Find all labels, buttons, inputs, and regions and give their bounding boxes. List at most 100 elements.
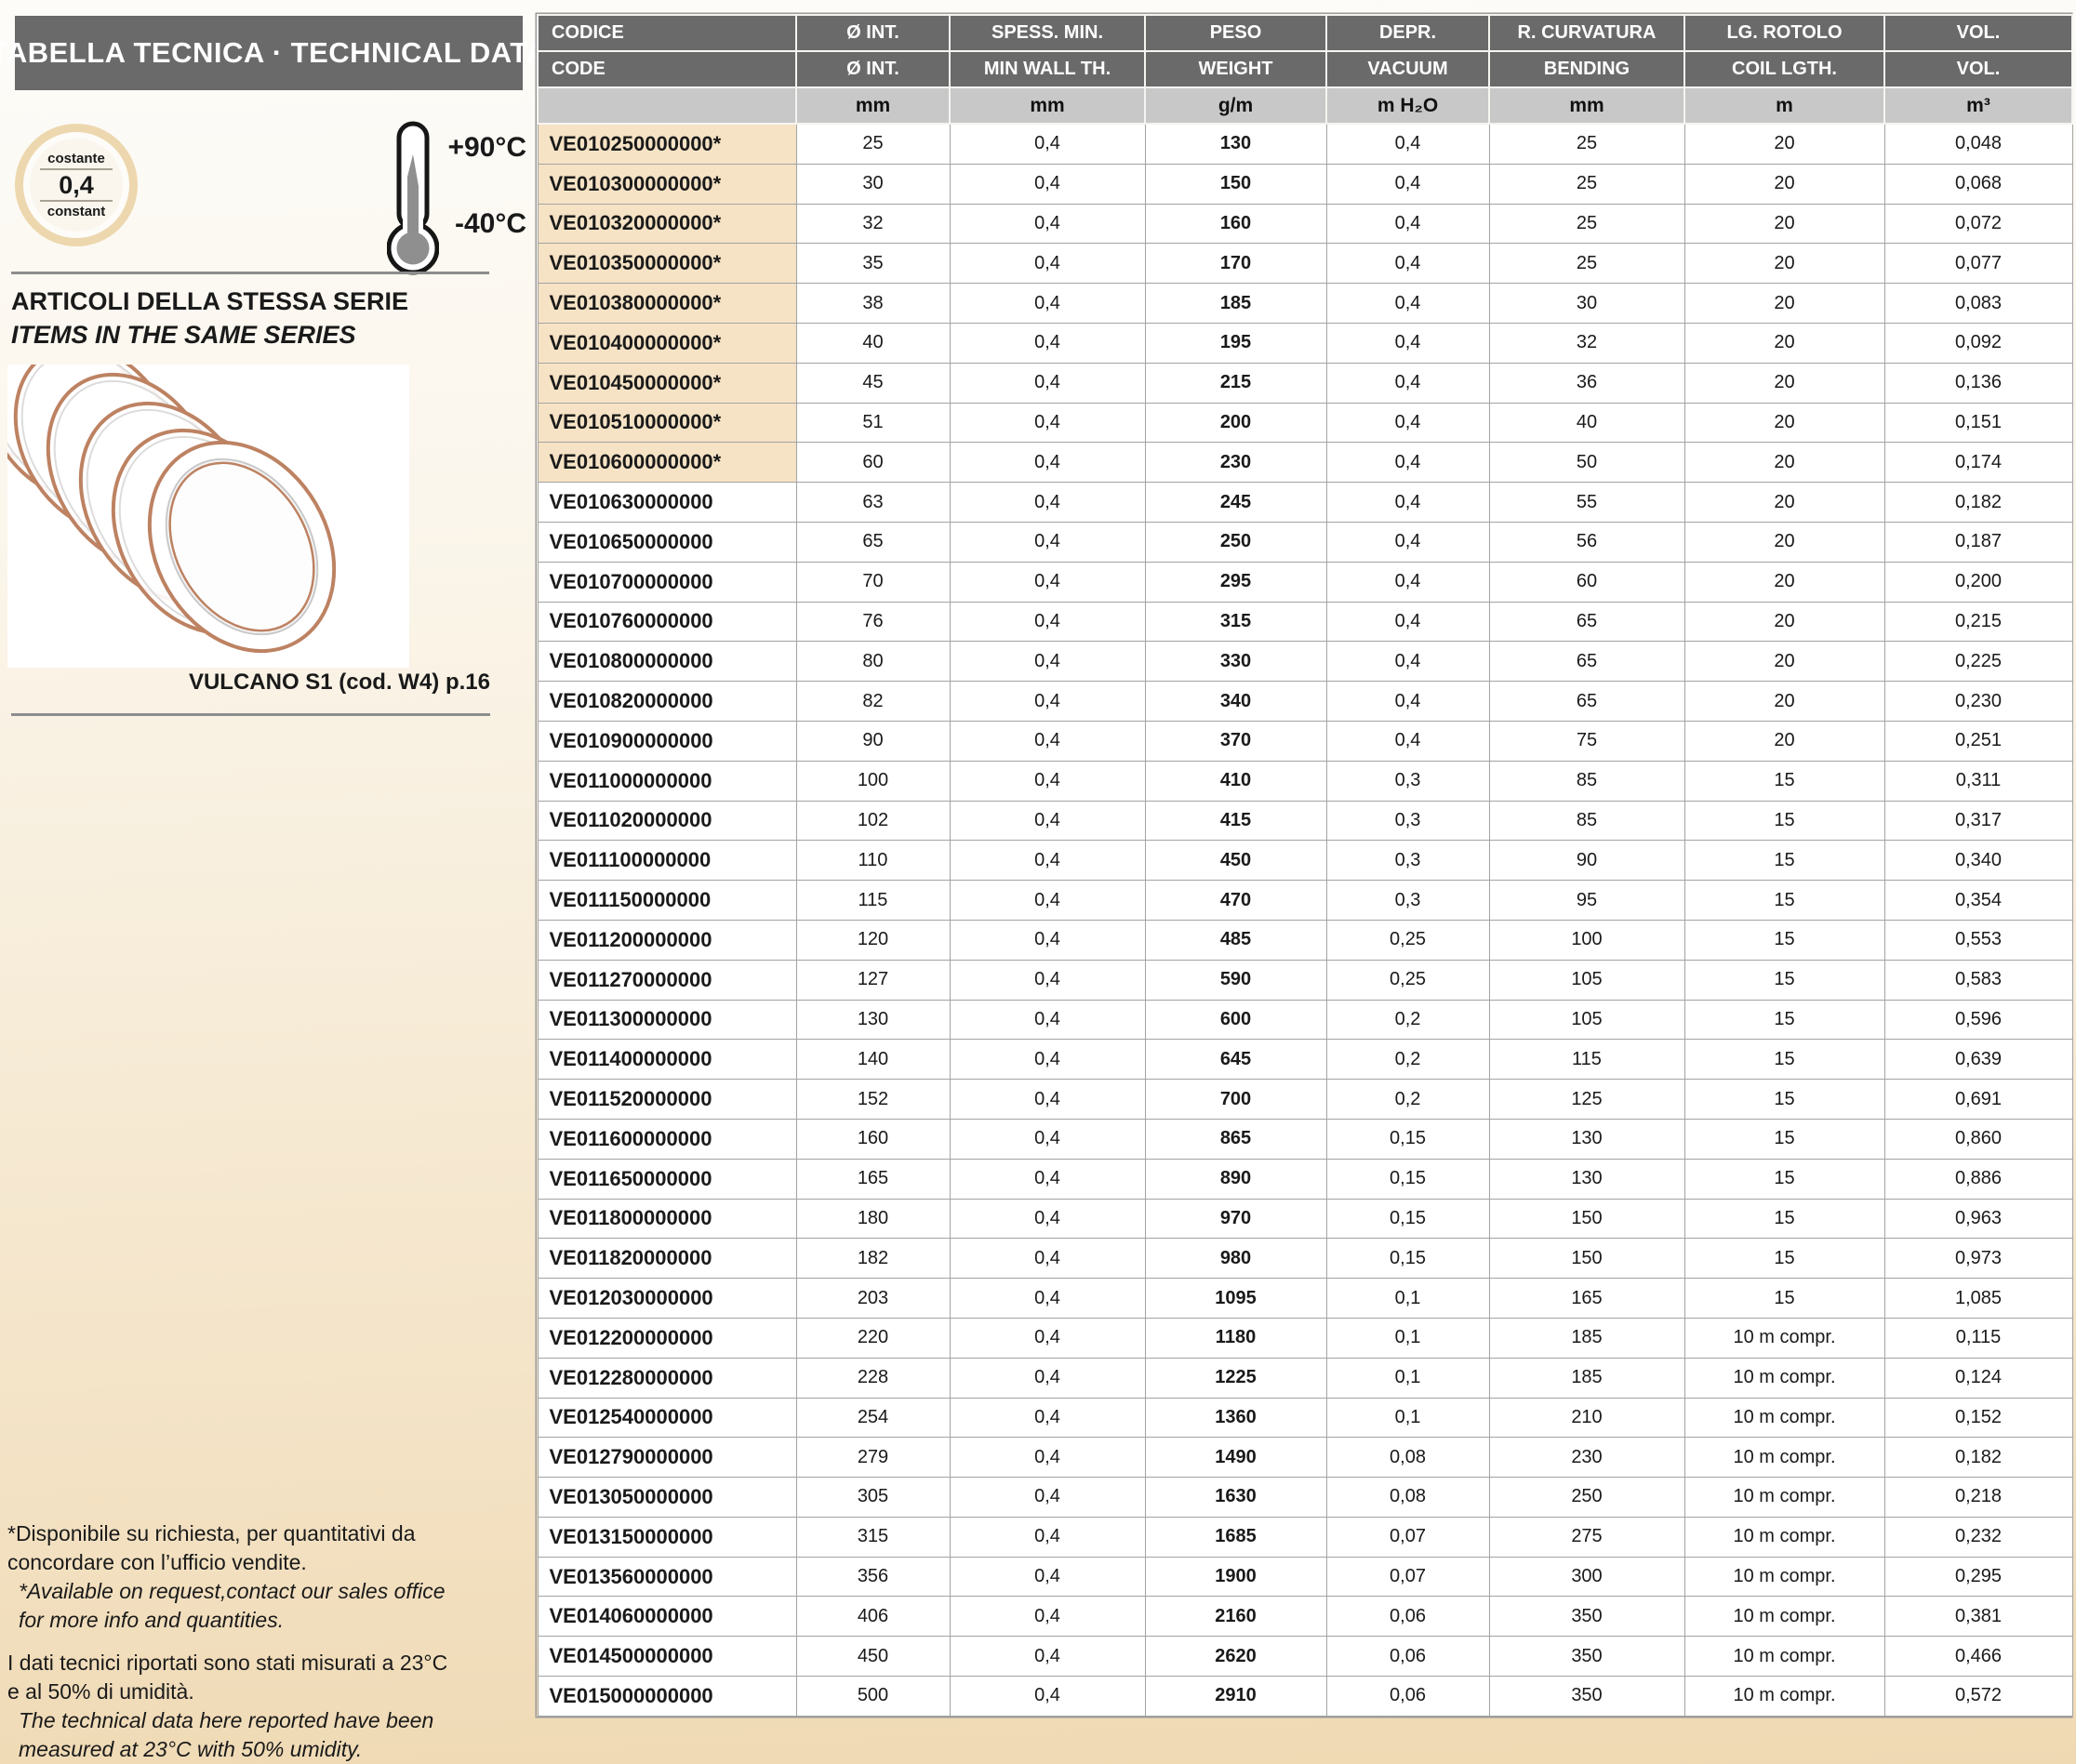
constant-wall-badge-inner: costante 0,4 constant (23, 132, 129, 238)
cell-vacuum: 0,4 (1326, 403, 1489, 443)
table-row: VE0118200000001820,49800,15150150,973 (538, 1239, 2072, 1279)
cell-diameter: 32 (796, 204, 950, 244)
cell-volume: 0,218 (1884, 1478, 2072, 1518)
col-header-weight: WEIGHT (1145, 51, 1326, 87)
cell-vacuum: 0,4 (1326, 483, 1489, 523)
cell-volume: 0,973 (1884, 1239, 2072, 1279)
cell-diameter: 406 (796, 1597, 950, 1637)
table-row: VE010400000000*400,41950,432200,092 (538, 323, 2072, 363)
cell-vacuum: 0,3 (1326, 761, 1489, 801)
cell-min_wall: 0,4 (950, 1040, 1145, 1080)
cell-diameter: 140 (796, 1040, 950, 1080)
cell-diameter: 70 (796, 562, 950, 602)
cell-volume: 0,691 (1884, 1080, 2072, 1120)
cell-bending: 125 (1489, 1080, 1684, 1120)
cell-min_wall: 0,4 (950, 1557, 1145, 1597)
cell-vacuum: 0,4 (1326, 323, 1489, 363)
table-row: VE0120300000002030,410950,1165151,085 (538, 1279, 2072, 1319)
cell-diameter: 80 (796, 642, 950, 682)
cell-vacuum: 0,4 (1326, 443, 1489, 483)
cell-vacuum: 0,15 (1326, 1199, 1489, 1239)
cell-weight: 150 (1145, 164, 1326, 204)
cell-weight: 195 (1145, 323, 1326, 363)
table-row: VE010380000000*380,41850,430200,083 (538, 284, 2072, 324)
cell-bending: 90 (1489, 841, 1684, 881)
cell-vacuum: 0,3 (1326, 881, 1489, 921)
cell-vacuum: 0,06 (1326, 1677, 1489, 1717)
table-row: VE010650000000650,42500,456200,187 (538, 522, 2072, 562)
col-header-vol: VOL. (1884, 51, 2072, 87)
cell-vacuum: 0,4 (1326, 682, 1489, 722)
cell-bending: 50 (1489, 443, 1684, 483)
cell-code: VE011600000000 (538, 1119, 796, 1159)
cell-min_wall: 0,4 (950, 204, 1145, 244)
cell-bending: 350 (1489, 1637, 1684, 1677)
cell-bending: 25 (1489, 244, 1684, 284)
footnote-measured-it: I dati tecnici riportati sono stati misu… (7, 1649, 524, 1706)
cell-code: VE013050000000 (538, 1478, 796, 1518)
cell-vacuum: 0,3 (1326, 841, 1489, 881)
cell-code: VE010760000000 (538, 602, 796, 642)
cell-volume: 0,340 (1884, 841, 2072, 881)
cell-weight: 470 (1145, 881, 1326, 921)
series-heading-en: ITEMS IN THE SAME SERIES (11, 318, 408, 351)
cell-code: VE012200000000 (538, 1318, 796, 1358)
cell-volume: 0,182 (1884, 1438, 2072, 1478)
cell-volume: 0,963 (1884, 1199, 2072, 1239)
cell-diameter: 152 (796, 1080, 950, 1120)
cell-weight: 160 (1145, 204, 1326, 244)
cell-min_wall: 0,4 (950, 443, 1145, 483)
cell-diameter: 228 (796, 1358, 950, 1398)
cell-vacuum: 0,15 (1326, 1119, 1489, 1159)
cell-diameter: 120 (796, 920, 950, 960)
cell-code: VE011020000000 (538, 801, 796, 841)
cell-bending: 150 (1489, 1199, 1684, 1239)
table-row: VE0110200000001020,44150,385150,317 (538, 801, 2072, 841)
cell-coil_length: 15 (1684, 1040, 1884, 1080)
cell-weight: 1225 (1145, 1358, 1326, 1398)
cell-weight: 2910 (1145, 1677, 1326, 1717)
cell-coil_length: 20 (1684, 124, 1884, 164)
cell-coil_length: 10 m compr. (1684, 1677, 1884, 1717)
cell-coil_length: 15 (1684, 1119, 1884, 1159)
cell-diameter: 203 (796, 1279, 950, 1319)
cell-volume: 0,072 (1884, 204, 2072, 244)
cell-vacuum: 0,06 (1326, 1597, 1489, 1637)
cell-weight: 415 (1145, 801, 1326, 841)
cell-min_wall: 0,4 (950, 284, 1145, 324)
cell-code: VE012030000000 (538, 1279, 796, 1319)
cell-coil_length: 10 m compr. (1684, 1438, 1884, 1478)
cell-diameter: 38 (796, 284, 950, 324)
cell-code: VE011520000000 (538, 1080, 796, 1120)
table-row: VE010630000000630,42450,455200,182 (538, 483, 2072, 523)
cell-bending: 230 (1489, 1438, 1684, 1478)
cell-weight: 1095 (1145, 1279, 1326, 1319)
cell-weight: 315 (1145, 602, 1326, 642)
cell-vacuum: 0,4 (1326, 204, 1489, 244)
cell-bending: 350 (1489, 1597, 1684, 1637)
cell-bending: 25 (1489, 164, 1684, 204)
cell-bending: 100 (1489, 920, 1684, 960)
cell-bending: 130 (1489, 1159, 1684, 1199)
badge-value: 0,4 (40, 168, 113, 202)
cell-bending: 65 (1489, 682, 1684, 722)
cell-code: VE011800000000 (538, 1199, 796, 1239)
cell-vacuum: 0,4 (1326, 721, 1489, 761)
cell-coil_length: 15 (1684, 920, 1884, 960)
cell-code: VE012790000000 (538, 1438, 796, 1478)
footnotes: *Disponibile su richiesta, per quantitat… (7, 1519, 524, 1764)
cell-weight: 1360 (1145, 1398, 1326, 1438)
cell-bending: 115 (1489, 1040, 1684, 1080)
cell-min_wall: 0,4 (950, 642, 1145, 682)
cell-volume: 0,311 (1884, 761, 2072, 801)
cell-volume: 0,124 (1884, 1358, 2072, 1398)
unit-weight: g/m (1145, 87, 1326, 124)
cell-min_wall: 0,4 (950, 483, 1145, 523)
cell-code: VE012280000000 (538, 1358, 796, 1398)
table-row: VE0114000000001400,46450,2115150,639 (538, 1040, 2072, 1080)
cell-vacuum: 0,1 (1326, 1358, 1489, 1398)
cell-code: VE011820000000 (538, 1239, 796, 1279)
cell-volume: 0,225 (1884, 642, 2072, 682)
table-row: VE0140600000004060,421600,0635010 m comp… (538, 1597, 2072, 1637)
cell-diameter: 60 (796, 443, 950, 483)
